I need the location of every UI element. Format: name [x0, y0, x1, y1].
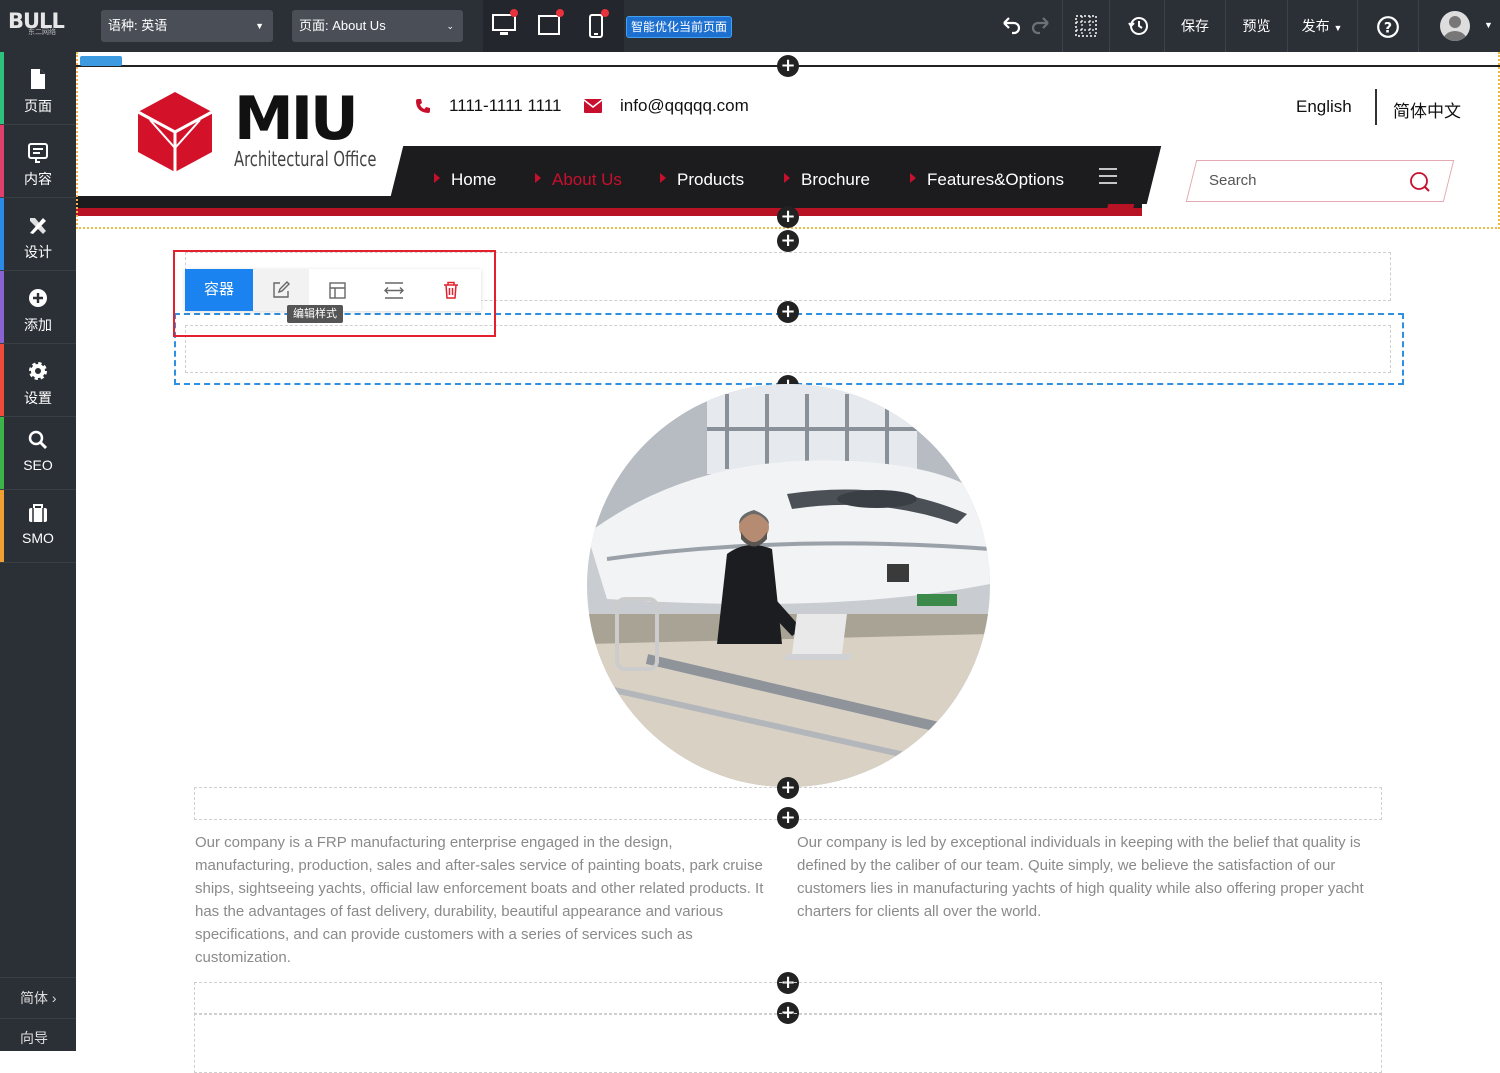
smart-optimize-button[interactable]: 智能优化当前页面 [626, 16, 733, 38]
add-icon [29, 289, 47, 307]
design-icon [30, 218, 46, 234]
editor-logo: BULL 东二网络 [8, 11, 68, 41]
width-icon [384, 282, 404, 299]
sidebar-item-label: SEO [23, 457, 53, 473]
page-canvas: MIU Architectural Office 1111-1111 1111 … [76, 52, 1500, 1073]
sidebar-item-label: SMO [22, 530, 54, 546]
resize-width-button[interactable] [366, 269, 422, 311]
sidebar-item-label: 添加 [24, 317, 52, 333]
add-section-icon[interactable]: + [777, 807, 799, 829]
trash-icon [444, 281, 458, 299]
avatar[interactable] [1440, 11, 1470, 41]
header-section-tag[interactable] [80, 56, 122, 66]
header-selection-outline [76, 52, 1500, 229]
user-icon [1443, 16, 1467, 41]
save-button[interactable]: 保存 [1165, 0, 1225, 52]
briefcase-icon [29, 504, 47, 522]
boat-workshop-image[interactable] [587, 384, 990, 787]
page-icon [31, 69, 45, 89]
page-select[interactable]: 页面: About Us ⌄ [292, 10, 463, 42]
sidebar-item-smo[interactable]: SMO [0, 490, 76, 563]
guide-button[interactable]: 向导 [0, 1018, 76, 1051]
sidebar-item-label: 页面 [24, 98, 52, 114]
mobile-view-button[interactable] [574, 0, 619, 52]
sidebar-item-content[interactable]: 内容 [0, 125, 76, 198]
notification-dot [510, 9, 518, 17]
editor-sidebar: 页面 内容 设计 添加 设置 SEO SMO 简体 › 向导 [0, 52, 76, 1051]
tablet-view-button[interactable] [527, 0, 572, 52]
language-select-value: 语种: 英语 [108, 18, 168, 33]
delete-button[interactable] [423, 269, 479, 311]
add-section-icon[interactable]: + [777, 55, 799, 77]
notification-dot [601, 9, 609, 17]
sidebar-item-page[interactable]: 页面 [0, 52, 76, 125]
desktop-view-button[interactable] [482, 0, 527, 52]
grid-icon[interactable] [1074, 14, 1098, 38]
mobile-icon [589, 14, 603, 38]
sidebar-item-seo[interactable]: SEO [0, 417, 76, 490]
content-icon [28, 143, 48, 163]
svg-text:?: ? [1384, 20, 1392, 36]
caret-down-icon[interactable]: ▼ [1484, 20, 1493, 30]
language-switch[interactable]: 简体 › [0, 977, 76, 1017]
chevron-down-icon: ▼ [255, 21, 264, 31]
about-paragraph-left: Our company is a FRP manufacturing enter… [195, 834, 764, 966]
publish-button[interactable]: 发布 ▼ [1288, 0, 1356, 52]
add-section-icon[interactable]: + [777, 230, 799, 252]
notification-dot [556, 9, 564, 17]
tablet-icon [538, 15, 560, 35]
empty-container[interactable] [194, 1013, 1382, 1073]
help-icon[interactable]: ? [1376, 15, 1400, 39]
sidebar-item-label: 设置 [24, 390, 52, 406]
edit-icon [273, 281, 290, 298]
sidebar-item-settings[interactable]: 设置 [0, 344, 76, 417]
sidebar-accent [0, 490, 4, 562]
editor-logo-text: BULL [8, 9, 65, 33]
tooltip: 编辑样式 [287, 305, 343, 323]
layout-icon [329, 282, 346, 299]
add-section-icon[interactable]: + [777, 206, 799, 228]
add-section-icon[interactable]: + [777, 777, 799, 799]
sidebar-item-label: 设计 [24, 244, 52, 260]
history-icon[interactable] [1127, 14, 1151, 38]
page-select-value: 页面: About Us [299, 18, 386, 33]
redo-icon[interactable] [1029, 14, 1053, 38]
language-select[interactable]: 语种: 英语 ▼ [101, 10, 273, 42]
preview-button[interactable]: 预览 [1226, 0, 1287, 52]
add-section-icon[interactable]: + [777, 301, 799, 323]
settings-icon [29, 362, 47, 380]
chevron-down-icon: ⌄ [446, 21, 454, 31]
sidebar-accent [0, 417, 4, 489]
sidebar-item-add[interactable]: 添加 [0, 271, 76, 344]
undo-icon[interactable] [999, 14, 1023, 38]
sidebar-item-label: 内容 [24, 171, 52, 187]
desktop-icon [492, 14, 516, 35]
boat-workshop-illustration [587, 384, 990, 787]
editor-toolbar: BULL 东二网络 语种: 英语 ▼ 页面: About Us ⌄ 智能优化当前… [0, 0, 1500, 52]
about-paragraph-right: Our company is led by exceptional indivi… [797, 834, 1364, 920]
publish-label: 发布 [1301, 18, 1330, 34]
caret-down-icon: ▼ [1333, 23, 1343, 33]
search-icon [28, 430, 48, 450]
container-button[interactable]: 容器 [185, 269, 253, 311]
sidebar-item-design[interactable]: 设计 [0, 198, 76, 271]
